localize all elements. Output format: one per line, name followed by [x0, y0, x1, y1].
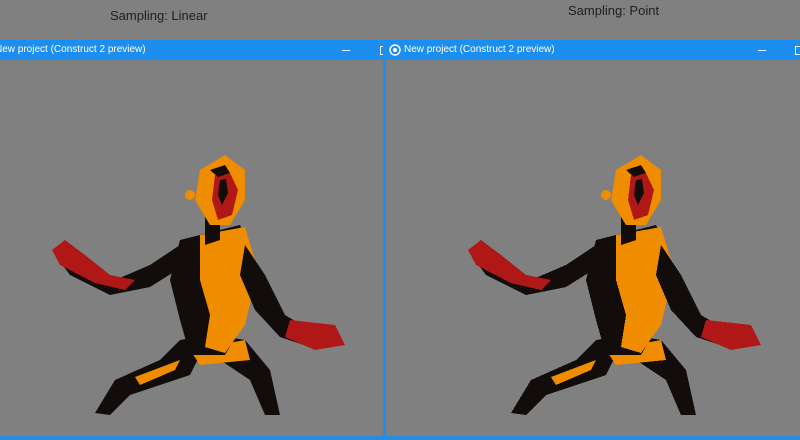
window-title: New project (Construct 2 preview) — [0, 44, 146, 55]
caption-linear: Sampling: Linear — [0, 0, 384, 40]
minimize-button[interactable] — [337, 40, 355, 60]
preview-window-linear[interactable]: New project (Construct 2 preview) — [0, 40, 383, 436]
caption-linear-text: Sampling: Linear — [110, 8, 208, 23]
caption-point-text: Sampling: Point — [568, 3, 660, 18]
maximize-icon — [794, 46, 800, 55]
minimize-icon — [342, 50, 350, 51]
character-sprite — [52, 155, 345, 415]
window-title: New project (Construct 2 preview) — [404, 44, 555, 55]
game-canvas[interactable] — [386, 60, 800, 436]
taskbar-edge — [0, 436, 800, 440]
caption-point: Sampling: Point — [384, 0, 800, 40]
game-canvas[interactable] — [0, 60, 383, 436]
character-sprite — [468, 155, 761, 415]
minimize-button[interactable] — [753, 40, 771, 60]
minimize-icon — [758, 50, 766, 51]
title-bar[interactable]: New project (Construct 2 preview) — [386, 40, 800, 60]
title-bar[interactable]: New project (Construct 2 preview) — [0, 40, 383, 60]
maximize-button[interactable] — [375, 40, 383, 60]
construct-icon — [389, 44, 401, 56]
maximize-button[interactable] — [790, 40, 800, 60]
preview-window-point[interactable]: New project (Construct 2 preview) — [386, 40, 800, 436]
